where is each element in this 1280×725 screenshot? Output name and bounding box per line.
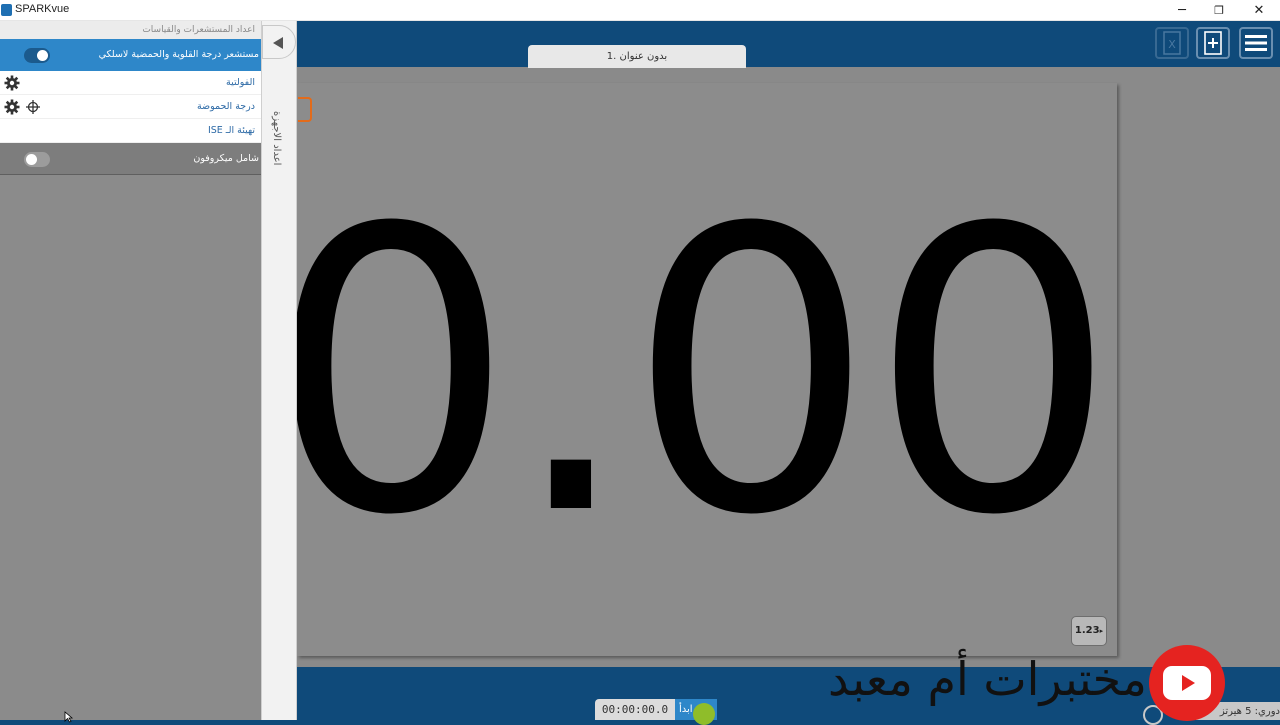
add-page-icon [1204,31,1222,55]
measurement-label: الفولتية [226,77,255,88]
sensors-panel-title: اعداد المستشعرات والقياسات [0,21,261,39]
sensor-connect-toggle[interactable] [24,48,50,63]
excel-export-icon: X [1163,31,1181,55]
minimize-button[interactable]: ─ [1162,0,1202,21]
measurement-label: درجة الحموضة [196,101,255,112]
start-label: ابدأ [679,704,693,715]
sample-rate-label: دوري: 5 هيرتز [1219,706,1280,717]
play-arrow-icon: ▸ [1099,627,1104,635]
gear-icon[interactable] [4,75,20,91]
add-page-button[interactable] [1196,27,1230,59]
number-format-button[interactable]: 1.23▸ [1071,616,1107,646]
microphone-label: شامل ميكروفون [193,153,259,164]
toggle-knob [37,50,48,61]
hardware-setup-tab[interactable]: اعداد الاجهزة [261,21,297,720]
hardware-setup-label: اعداد الاجهزة [271,111,282,166]
digits-value: 0.00 [267,146,1117,600]
chevron-left-icon [273,37,283,49]
sensor-device-row[interactable]: مستشعر درجة القلوية والحمضية لاسلكي [0,39,261,71]
toggle-knob [26,154,37,165]
page-title-tab[interactable]: بدون عنوان .1 [528,45,746,68]
measurement-ph[interactable]: درجة الحموضة [0,95,261,119]
sensor-device-name: مستشعر درجة القلوية والحمضية لاسلكي [98,49,259,60]
number-format-label: 1.23 [1074,625,1100,636]
channel-watermark: مختبرات أم معبد [828,652,1147,706]
gear-icon[interactable] [4,99,20,115]
window-titlebar: SPARKvue ─ ❐ ✕ [0,0,1280,21]
excel-export-button[interactable]: X [1155,27,1189,59]
measurement-label: تهيئة الـ ISE [207,125,255,136]
main-menu-button[interactable] [1239,27,1273,59]
svg-text:X: X [1168,38,1176,51]
microphone-toggle[interactable] [24,152,50,167]
digits-display-canvas[interactable]: 0.00 1.23▸ [267,83,1117,656]
youtube-logo [1149,645,1225,721]
measurement-voltage[interactable]: الفولتية [0,71,261,95]
hardware-setup-panel: اعداد المستشعرات والقياسات مستشعر درجة ا… [0,21,261,720]
close-window-button[interactable]: ✕ [1239,0,1279,21]
microphone-row[interactable]: شامل ميكروفون [0,143,261,175]
collapse-panel-button[interactable] [262,25,296,59]
calibrate-target-icon[interactable] [26,100,40,114]
mouse-cursor-icon [64,711,74,723]
sparkvue-app-icon [1,4,12,16]
maximize-button[interactable]: ❐ [1199,0,1239,21]
window-title: SPARKvue [15,3,70,15]
measurement-ise-setup[interactable]: تهيئة الـ ISE [0,119,261,143]
tool-drawer-tab[interactable] [298,97,312,122]
play-icon [1182,675,1195,691]
elapsed-timer: 00:00:00.0 [595,699,675,720]
record-button[interactable] [693,703,715,725]
hamburger-menu-icon [1245,35,1267,51]
